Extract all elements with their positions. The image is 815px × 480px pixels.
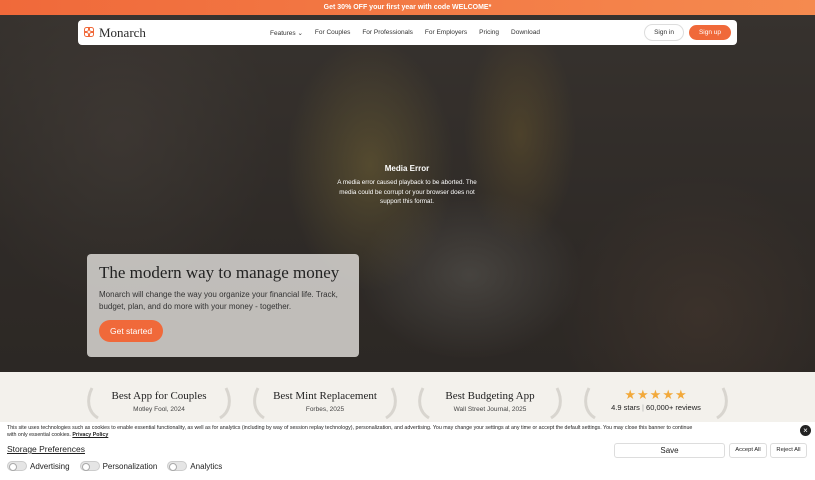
laurel-right-icon (219, 387, 231, 420)
sign-in-button[interactable]: Sign in (644, 24, 684, 41)
privacy-policy-link[interactable]: Privacy Policy (72, 432, 108, 438)
toggle-advertising-wrap: Advertising (7, 461, 70, 471)
cookie-description: This site uses technologies such as cook… (7, 425, 693, 438)
laurel-left-icon (253, 387, 265, 420)
laurel-left-icon (418, 387, 430, 420)
nav-features[interactable]: Features ⌄ (270, 29, 303, 37)
five-stars-icon: ★★★★★ (624, 387, 688, 402)
toggle-analytics[interactable] (167, 461, 188, 471)
rating-line: 4.9 stars | 60,000+ reviews (599, 403, 713, 412)
media-error-title: Media Error (384, 164, 430, 173)
award-title: Best Mint Replacement (273, 390, 377, 402)
top-navbar: Monarch Features ⌄ For Couples For Profe… (78, 20, 737, 45)
award-item: Best Mint Replacement Forbes, 2025 (250, 386, 400, 420)
hero-card: The modern way to manage money Monarch w… (87, 254, 359, 357)
toggle-personalization[interactable] (79, 461, 100, 471)
rating-body: ★★★★★ 4.9 stars | 60,000+ reviews (599, 386, 713, 412)
promo-banner[interactable]: Get 30% OFF your first year with code WE… (0, 0, 815, 15)
rating-item: ★★★★★ 4.9 stars | 60,000+ reviews (581, 386, 731, 420)
laurel-left-icon (87, 387, 99, 420)
award-source: Motley Fool, 2024 (133, 406, 185, 413)
award-title: Best App for Couples (111, 390, 207, 402)
hero-headline: The modern way to manage money (99, 263, 340, 282)
rating-reviews: 60,000+ reviews (646, 403, 701, 412)
laurel-right-icon (385, 387, 397, 420)
award-source: Forbes, 2025 (305, 406, 345, 413)
toggle-analytics-wrap: Analytics (167, 461, 222, 471)
award-body: Best Mint Replacement Forbes, 2025 (268, 386, 382, 413)
accept-all-button[interactable]: Accept All (729, 443, 767, 458)
award-item: Best App for Couples Motley Fool, 2024 (84, 386, 234, 420)
nav-for-professionals[interactable]: For Professionals (362, 29, 413, 37)
laurel-left-icon (584, 387, 596, 420)
storage-preferences-link[interactable]: Storage Preferences (7, 444, 85, 454)
cookie-text: This site uses technologies such as cook… (7, 425, 697, 439)
laurel-right-icon (550, 387, 562, 420)
save-button[interactable]: Save (614, 443, 725, 458)
nav-features-label: Features (270, 29, 296, 37)
toggle-advertising[interactable] (7, 461, 27, 471)
media-error-text: A media error caused playback to be abor… (337, 179, 477, 205)
award-source: Wall Street Journal, 2025 (453, 406, 527, 413)
nav-for-couples[interactable]: For Couples (315, 29, 350, 37)
rating-score: 4.9 stars (611, 403, 640, 412)
hero-subtext: Monarch will change the way you organize… (99, 290, 338, 311)
nav-for-employers[interactable]: For Employers (425, 29, 467, 37)
toggle-analytics-label: Analytics (190, 461, 223, 471)
award-body: Best Budgeting App Wall Street Journal, … (433, 386, 547, 413)
rating-separator: | (641, 403, 644, 412)
consent-toggles: Advertising Personalization Analytics (7, 461, 226, 471)
nav-actions: Sign in Sign up (644, 24, 731, 41)
award-body: Best App for Couples Motley Fool, 2024 (102, 386, 216, 413)
get-started-button[interactable]: Get started (99, 320, 164, 342)
toggle-personalization-wrap: Personalization (79, 461, 158, 471)
monarch-logo-icon (84, 27, 95, 38)
logo[interactable]: Monarch (84, 25, 254, 41)
award-title: Best Budgeting App (445, 390, 535, 402)
close-icon[interactable]: × (800, 425, 811, 436)
nav-links: Features ⌄ For Couples For Professionals… (270, 29, 540, 37)
nav-pricing[interactable]: Pricing (479, 29, 499, 37)
reject-all-button[interactable]: Reject All (770, 443, 807, 458)
chevron-down-icon: ⌄ (297, 29, 303, 37)
logo-text: Monarch (99, 24, 146, 40)
toggle-advertising-label: Advertising (30, 461, 70, 471)
nav-download[interactable]: Download (511, 29, 540, 37)
laurel-right-icon (716, 387, 728, 420)
toggle-personalization-label: Personalization (102, 461, 158, 471)
sign-up-button[interactable]: Sign up (688, 25, 731, 40)
cookie-banner: This site uses technologies such as cook… (0, 422, 815, 480)
awards-strip: Best App for Couples Motley Fool, 2024 B… (0, 372, 815, 422)
award-item: Best Budgeting App Wall Street Journal, … (415, 386, 565, 420)
media-error-message: Media Error A media error caused playbac… (337, 164, 477, 207)
